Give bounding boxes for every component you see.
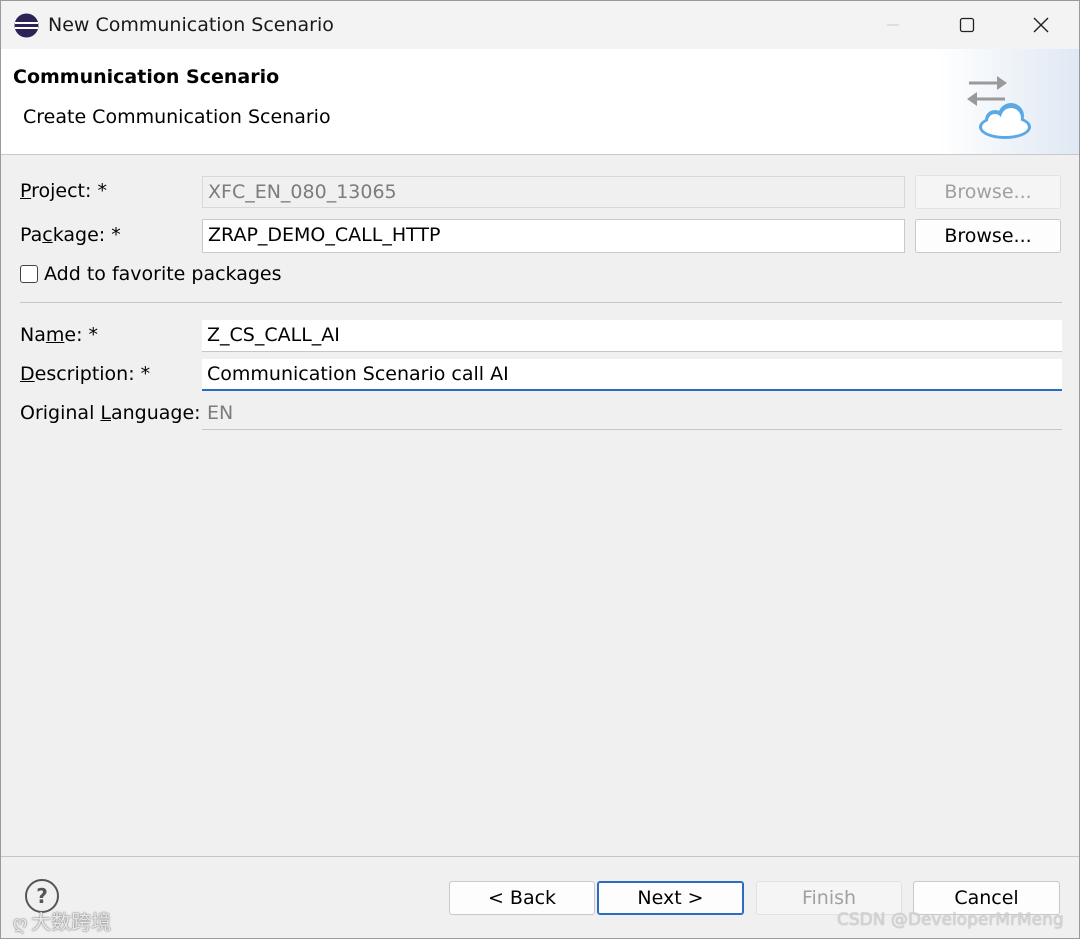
banner-subtitle: Create Communication Scenario — [23, 106, 331, 128]
window-title: New Communication Scenario — [48, 14, 334, 36]
favorite-packages-checkbox[interactable] — [20, 265, 38, 283]
name-label: Name: * — [20, 324, 99, 346]
package-label: Package: * — [20, 224, 121, 246]
close-button[interactable] — [1004, 1, 1078, 49]
original-language-field: EN — [202, 398, 1062, 430]
minimize-icon — [887, 24, 899, 26]
description-field[interactable]: Communication Scenario call AI — [202, 359, 1062, 391]
project-label: Project: * — [20, 180, 107, 202]
name-field[interactable]: Z_CS_CALL_AI — [202, 320, 1062, 352]
next-button[interactable]: Next > — [597, 881, 744, 915]
banner-title: Communication Scenario — [13, 66, 280, 88]
watermark-left: ღ 大数跨境 — [13, 910, 112, 934]
title-bar: New Communication Scenario — [1, 1, 1079, 49]
favorite-packages-option[interactable]: Add to favorite packages — [20, 263, 282, 285]
package-browse-button[interactable]: Browse... — [915, 219, 1061, 253]
close-icon — [1033, 17, 1049, 33]
back-button[interactable]: < Back — [449, 881, 595, 915]
watermark-right: CSDN @DeveloperMrMeng — [837, 910, 1064, 930]
help-icon: ? — [36, 884, 48, 908]
arrows-cloud-icon — [967, 76, 1031, 139]
maximize-icon — [959, 17, 975, 33]
project-browse-button: Browse... — [915, 175, 1061, 209]
form-separator — [20, 302, 1062, 303]
project-field: XFC_EN_080_13065 — [202, 176, 905, 208]
favorite-packages-label: Add to favorite packages — [44, 263, 282, 285]
package-field[interactable]: ZRAP_DEMO_CALL_HTTP — [202, 219, 905, 253]
original-language-label: Original Language: — [20, 402, 201, 424]
maximize-button[interactable] — [930, 1, 1004, 49]
footer-separator — [1, 856, 1079, 857]
eclipse-icon — [14, 13, 39, 38]
watermark-logo-icon: ღ — [13, 913, 28, 934]
minimize-button[interactable] — [856, 1, 930, 49]
header-banner: Communication Scenario Create Communicat… — [1, 49, 1079, 155]
dialog-window: New Communication Scenario Communication… — [0, 0, 1080, 939]
description-label: Description: * — [20, 363, 151, 385]
